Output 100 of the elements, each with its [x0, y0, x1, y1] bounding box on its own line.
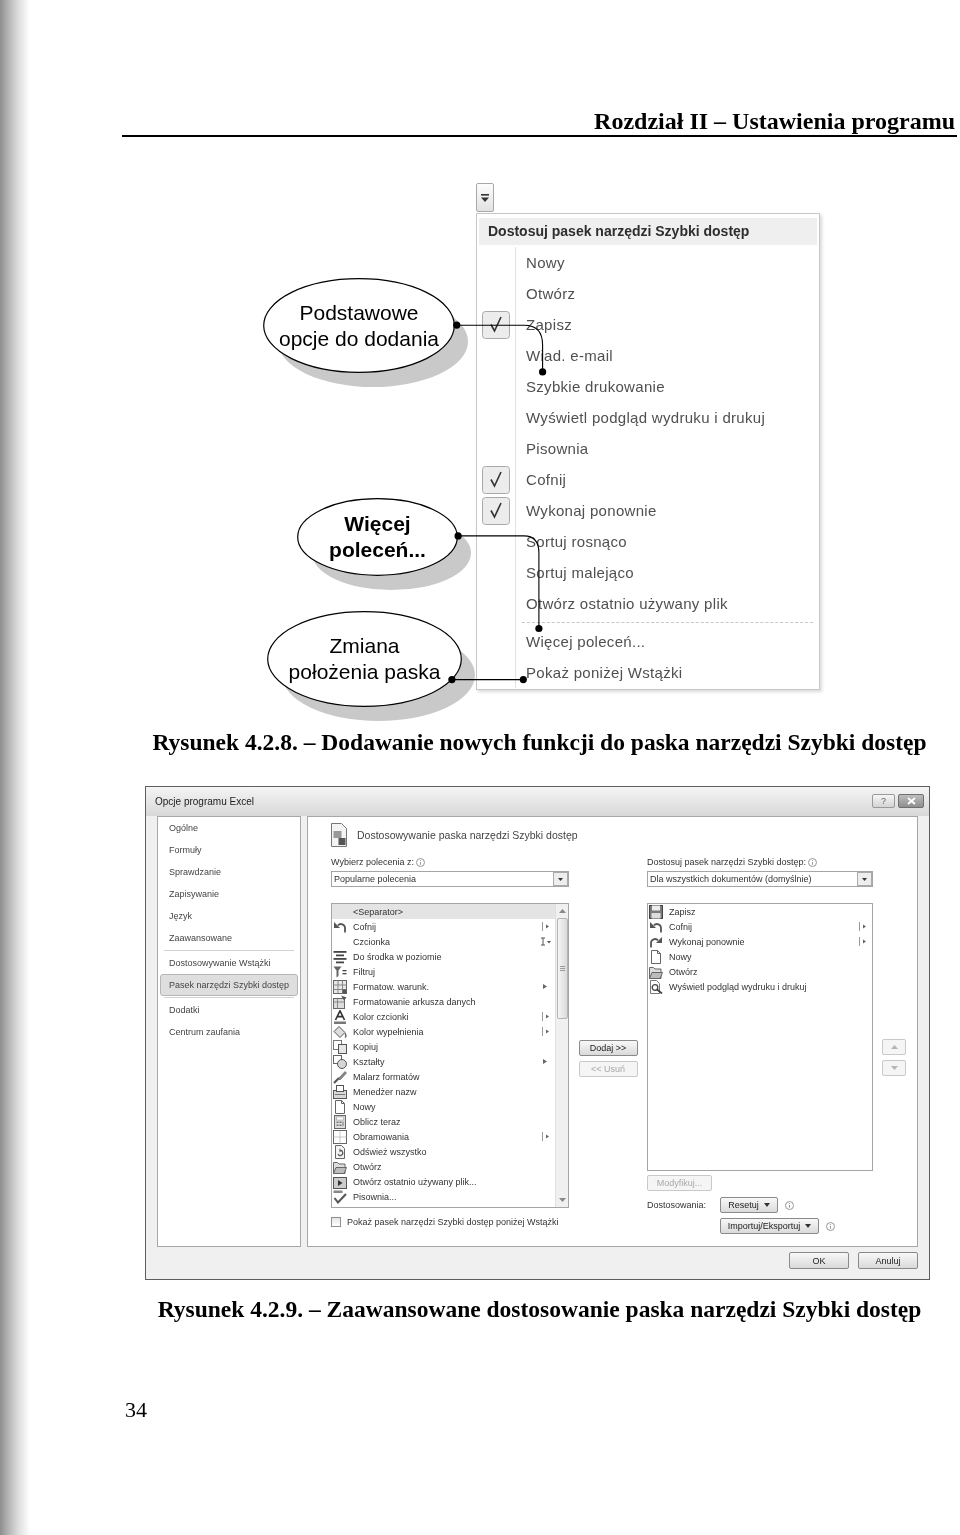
- callout-text: Więcej poleceń...: [328, 511, 427, 563]
- list-item[interactable]: Kształty: [332, 1054, 555, 1069]
- list-item[interactable]: Filtruj: [332, 964, 555, 979]
- centered-lines-icon: [333, 949, 347, 964]
- copy-icon: [333, 1039, 347, 1054]
- list-item[interactable]: Pisownia...: [332, 1189, 555, 1204]
- scrollbar[interactable]: [555, 904, 568, 1207]
- menu-item[interactable]: Cofnij: [479, 464, 817, 495]
- funnel-icon: [333, 964, 347, 979]
- list-item[interactable]: Formatowanie arkusza danych: [332, 994, 555, 1009]
- close-button[interactable]: [898, 794, 924, 808]
- list-item[interactable]: Do środka w poziomie: [332, 949, 555, 964]
- list-item[interactable]: Otwórz: [648, 964, 872, 979]
- menu-header: Dostosuj pasek narzędzi Szybki dostęp: [479, 218, 817, 245]
- command-list[interactable]: [331, 903, 569, 1208]
- command-list[interactable]: Zapisz Cofnij Wykonaj ponownie Nowy Otwórz Wyświetl podgląd wydruku i drukuj: [647, 903, 873, 1171]
- page-number: 34: [125, 1397, 147, 1422]
- info-icon: [415, 857, 425, 867]
- customize-toolbar-button[interactable]: [476, 183, 494, 212]
- sidebar-item[interactable]: Formuły: [160, 839, 298, 861]
- checkbox-label[interactable]: Pokaż pasek narzędzi Szybki dostęp poniżej Wstążki: [347, 1217, 559, 1227]
- border-grid-icon: [333, 1129, 347, 1144]
- down-arrow-icon[interactable]: [558, 1198, 566, 1202]
- menu-item[interactable]: Pokaż poniżej Wstążki: [479, 657, 817, 688]
- shapes-icon: [333, 1054, 347, 1069]
- checkmark-icon: [482, 310, 510, 339]
- list-item[interactable]: Malarz formatów: [332, 1069, 555, 1084]
- submenu-arrow-icon: [858, 937, 866, 946]
- field-label: Dostosuj pasek narzędzi Szybki dostęp:: [647, 857, 807, 867]
- list-item[interactable]: <Separator>: [332, 904, 555, 919]
- stacked-cards-icon: [333, 1084, 347, 1099]
- list-item[interactable]: Otwórz ostatnio używany plik...: [332, 1174, 555, 1189]
- info-icon: [808, 857, 818, 867]
- list-item[interactable]: Menedżer nazw: [332, 1084, 555, 1099]
- menu-item[interactable]: Wykonaj ponownie: [479, 495, 817, 526]
- ok-button[interactable]: OK: [789, 1252, 849, 1269]
- info-icon: [785, 1200, 794, 1210]
- info-icon: [826, 1221, 835, 1231]
- add-button[interactable]: Dodaj >>: [578, 1040, 638, 1056]
- spell-check-icon: [333, 1189, 347, 1204]
- submenu-arrow-icon: [543, 984, 547, 989]
- sidebar-item[interactable]: Ogólne: [160, 817, 298, 839]
- list-item[interactable]: Czcionka: [332, 934, 555, 949]
- checkbox[interactable]: [331, 1217, 341, 1227]
- sidebar-item[interactable]: Centrum zaufania: [160, 1021, 298, 1043]
- paintbrush-icon: [333, 1069, 347, 1084]
- magnifier-page-icon: [649, 979, 663, 994]
- menu-item[interactable]: Zapisz: [479, 309, 817, 340]
- dropdown-field[interactable]: Dla wszystkich dokumentów (domyślnie): [647, 871, 873, 887]
- scrollbar-thumb[interactable]: [556, 918, 568, 1019]
- help-button[interactable]: ?: [872, 794, 895, 808]
- list-item[interactable]: Otwórz: [332, 1159, 555, 1174]
- sidebar-item[interactable]: Pasek narzędzi Szybki dostęp: [160, 974, 298, 996]
- blank-page-icon: [333, 1099, 347, 1114]
- document-icon: [331, 823, 347, 847]
- list-item[interactable]: Oblicz teraz: [332, 1114, 555, 1129]
- cancel-button[interactable]: Anuluj: [858, 1252, 918, 1269]
- list-item[interactable]: Cofnij: [648, 919, 872, 934]
- paint-bucket-icon: [333, 1024, 347, 1039]
- sidebar-item[interactable]: Język: [160, 905, 298, 927]
- menu-item[interactable]: Więcej poleceń...: [479, 626, 817, 657]
- submenu-arrow-icon: [541, 1027, 549, 1036]
- sidebar-item[interactable]: Dodatki: [160, 999, 298, 1021]
- list-item[interactable]: Formatow. warunk.: [332, 979, 555, 994]
- list-item[interactable]: Kolor czcionki: [332, 1009, 555, 1024]
- menu-item[interactable]: Otwórz: [479, 278, 817, 309]
- import-export-button[interactable]: Importuj/Eksportuj: [720, 1218, 819, 1234]
- menu-item[interactable]: Nowy: [479, 247, 817, 278]
- sidebar-item[interactable]: Sprawdzanie: [160, 861, 298, 883]
- undo-arrow-icon: [333, 919, 347, 934]
- reset-button[interactable]: Resetuj: [720, 1197, 778, 1213]
- sidebar-item[interactable]: Dostosowywanie Wstążki: [160, 952, 298, 974]
- menu-item[interactable]: Wyświetl podgląd wydruku i drukuj: [479, 402, 817, 433]
- list-item[interactable]: Zapisz: [648, 904, 872, 919]
- list-item[interactable]: Wyświetl podgląd wydruku i drukuj: [648, 979, 872, 994]
- menu-item[interactable]: Pisownia: [479, 433, 817, 464]
- list-item[interactable]: Odśwież wszystko: [332, 1144, 555, 1159]
- list-item[interactable]: Nowy: [648, 949, 872, 964]
- checkmark-icon: [482, 496, 510, 525]
- menu-item[interactable]: Szybkie drukowanie: [479, 371, 817, 402]
- section-title: Dostosowywanie paska narzędzi Szybki dostęp: [357, 829, 578, 841]
- sidebar-item[interactable]: Zaawansowane: [160, 927, 298, 949]
- list-item[interactable]: Nowy: [332, 1099, 555, 1114]
- up-arrow-icon[interactable]: [558, 909, 566, 913]
- list-item[interactable]: Kolor wypełnienia: [332, 1024, 555, 1039]
- submenu-arrow-icon: [858, 922, 866, 931]
- callout-text: Zmiana położenia paska: [287, 633, 442, 685]
- list-item[interactable]: Wykonaj ponownie: [648, 934, 872, 949]
- sidebar-item[interactable]: Zapisywanie: [160, 883, 298, 905]
- caret-icon: [805, 1224, 812, 1228]
- table-brush-icon: [333, 994, 347, 1009]
- dropdown-field[interactable]: Popularne polecenia: [331, 871, 569, 887]
- list-item[interactable]: Kopiuj: [332, 1039, 555, 1054]
- callout-text: Podstawowe opcje do dodania: [278, 299, 440, 352]
- submenu-arrow-icon: [543, 1059, 547, 1064]
- list-item[interactable]: Cofnij: [332, 919, 555, 934]
- list-item[interactable]: Obramowania: [332, 1129, 555, 1144]
- blank-page-icon: [649, 949, 663, 964]
- caret-icon: [763, 1203, 770, 1207]
- checkmark-icon: [482, 465, 510, 494]
